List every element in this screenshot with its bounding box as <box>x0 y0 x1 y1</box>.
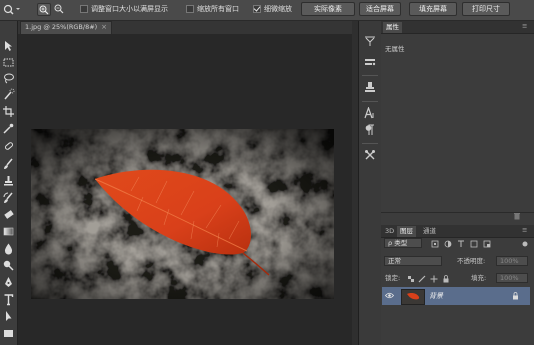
zoom-in-icon[interactable] <box>37 3 51 16</box>
marquee-tool-icon[interactable] <box>2 56 15 69</box>
lock-label: 锁定: <box>385 274 401 282</box>
properties-panel-header: 属性 ≡ <box>381 21 534 34</box>
pen-tool-icon[interactable] <box>2 276 15 289</box>
layer-name: 背景 <box>429 292 443 300</box>
lock-position-icon[interactable] <box>430 275 438 283</box>
tab-3d[interactable]: 3D <box>382 226 397 237</box>
shape-filter-icon[interactable] <box>470 240 478 248</box>
quick-selection-tool-icon[interactable] <box>2 88 15 101</box>
path-selection-tool-icon[interactable] <box>2 310 15 323</box>
tab-channels[interactable]: 通道 <box>420 226 439 237</box>
eraser-tool-icon[interactable] <box>2 208 15 221</box>
tools-panel <box>0 21 18 345</box>
fill-input[interactable]: 100% <box>496 273 528 283</box>
smart-object-filter-icon[interactable] <box>483 240 491 248</box>
zoom-all-windows-checkbox[interactable] <box>186 5 194 13</box>
resize-windows-label: 调整窗口大小以满屏显示 <box>91 5 168 13</box>
opacity-label: 不透明度: <box>457 257 486 265</box>
collapsed-panel-icons <box>358 21 382 345</box>
rectangle-tool-icon[interactable] <box>2 327 15 340</box>
type-filter-icon[interactable] <box>457 240 465 248</box>
eyedropper-tool-icon[interactable] <box>2 122 15 135</box>
tab-layers[interactable]: 图层 <box>397 226 416 237</box>
scrubby-zoom-label: 细微缩放 <box>264 5 292 13</box>
lock-all-icon[interactable] <box>442 275 450 283</box>
layer-thumbnail <box>401 289 425 305</box>
blend-mode-select[interactable]: 正常 <box>384 256 442 266</box>
zoom-all-windows-label: 缩放所有窗口 <box>197 5 239 13</box>
history-panel-icon[interactable] <box>364 35 376 47</box>
actual-pixels-button[interactable]: 实际像素 <box>301 2 355 16</box>
type-tool-icon[interactable] <box>2 293 15 306</box>
adjustment-filter-icon[interactable] <box>444 240 452 248</box>
lock-pixels-icon[interactable] <box>418 275 426 283</box>
opacity-input[interactable]: 100% <box>496 256 528 266</box>
clone-stamp-tool-icon[interactable] <box>2 174 15 187</box>
tool-presets-panel-icon[interactable] <box>364 149 376 161</box>
crop-tool-icon[interactable] <box>2 105 15 118</box>
options-bar: 调整窗口大小以满屏显示 缩放所有窗口 细微缩放 实际像素 适合屏幕 填充屏幕 打… <box>0 0 534 21</box>
clone-source-panel-icon[interactable] <box>364 81 376 93</box>
filter-toggle-icon[interactable] <box>521 240 529 248</box>
panel-menu-icon[interactable]: ≡ <box>522 22 527 31</box>
layers-panel-menu-icon[interactable]: ≡ <box>522 226 527 235</box>
resize-windows-checkbox[interactable] <box>80 5 88 13</box>
paragraph-panel-icon[interactable] <box>364 124 376 136</box>
layer-filter-select[interactable]: ρ 类型 <box>384 238 422 248</box>
layer-lock-icon <box>512 292 519 302</box>
zoom-out-icon[interactable] <box>53 3 67 16</box>
fill-screen-button[interactable]: 填充屏幕 <box>409 2 457 16</box>
brush-presets-panel-icon[interactable] <box>364 56 376 68</box>
visibility-eye-icon[interactable] <box>384 292 395 301</box>
trash-icon[interactable] <box>513 212 521 222</box>
scrubby-zoom-checkbox[interactable] <box>253 5 261 13</box>
document-tab-label: 1.jpg @ 25%(RGB/8#) <box>25 23 98 31</box>
panel-divider <box>381 212 534 213</box>
fill-label: 填充: <box>471 274 487 282</box>
dodge-tool-icon[interactable] <box>2 259 15 272</box>
history-brush-tool-icon[interactable] <box>2 191 15 204</box>
close-document-icon[interactable]: × <box>101 23 107 31</box>
brush-tool-icon[interactable] <box>2 157 15 170</box>
healing-brush-tool-icon[interactable] <box>2 140 15 153</box>
zoom-tool-preset-icon[interactable] <box>2 3 22 16</box>
pixel-filter-icon[interactable] <box>431 240 439 248</box>
lock-transparent-icon[interactable] <box>407 275 415 283</box>
blur-tool-icon[interactable] <box>2 242 15 255</box>
no-properties-label: 无属性 <box>385 45 405 53</box>
fit-screen-button[interactable]: 适合屏幕 <box>359 2 401 16</box>
document-image[interactable] <box>31 129 334 299</box>
tab-properties[interactable]: 属性 <box>383 22 402 33</box>
layers-panel-header: 3D 图层 通道 ≡ <box>381 225 534 238</box>
print-size-button[interactable]: 打印尺寸 <box>462 2 510 16</box>
character-panel-icon[interactable] <box>364 107 376 119</box>
gradient-tool-icon[interactable] <box>2 225 15 238</box>
document-tab[interactable]: 1.jpg @ 25%(RGB/8#) × <box>20 21 112 34</box>
lasso-tool-icon[interactable] <box>2 72 15 85</box>
move-tool-icon[interactable] <box>2 39 15 52</box>
